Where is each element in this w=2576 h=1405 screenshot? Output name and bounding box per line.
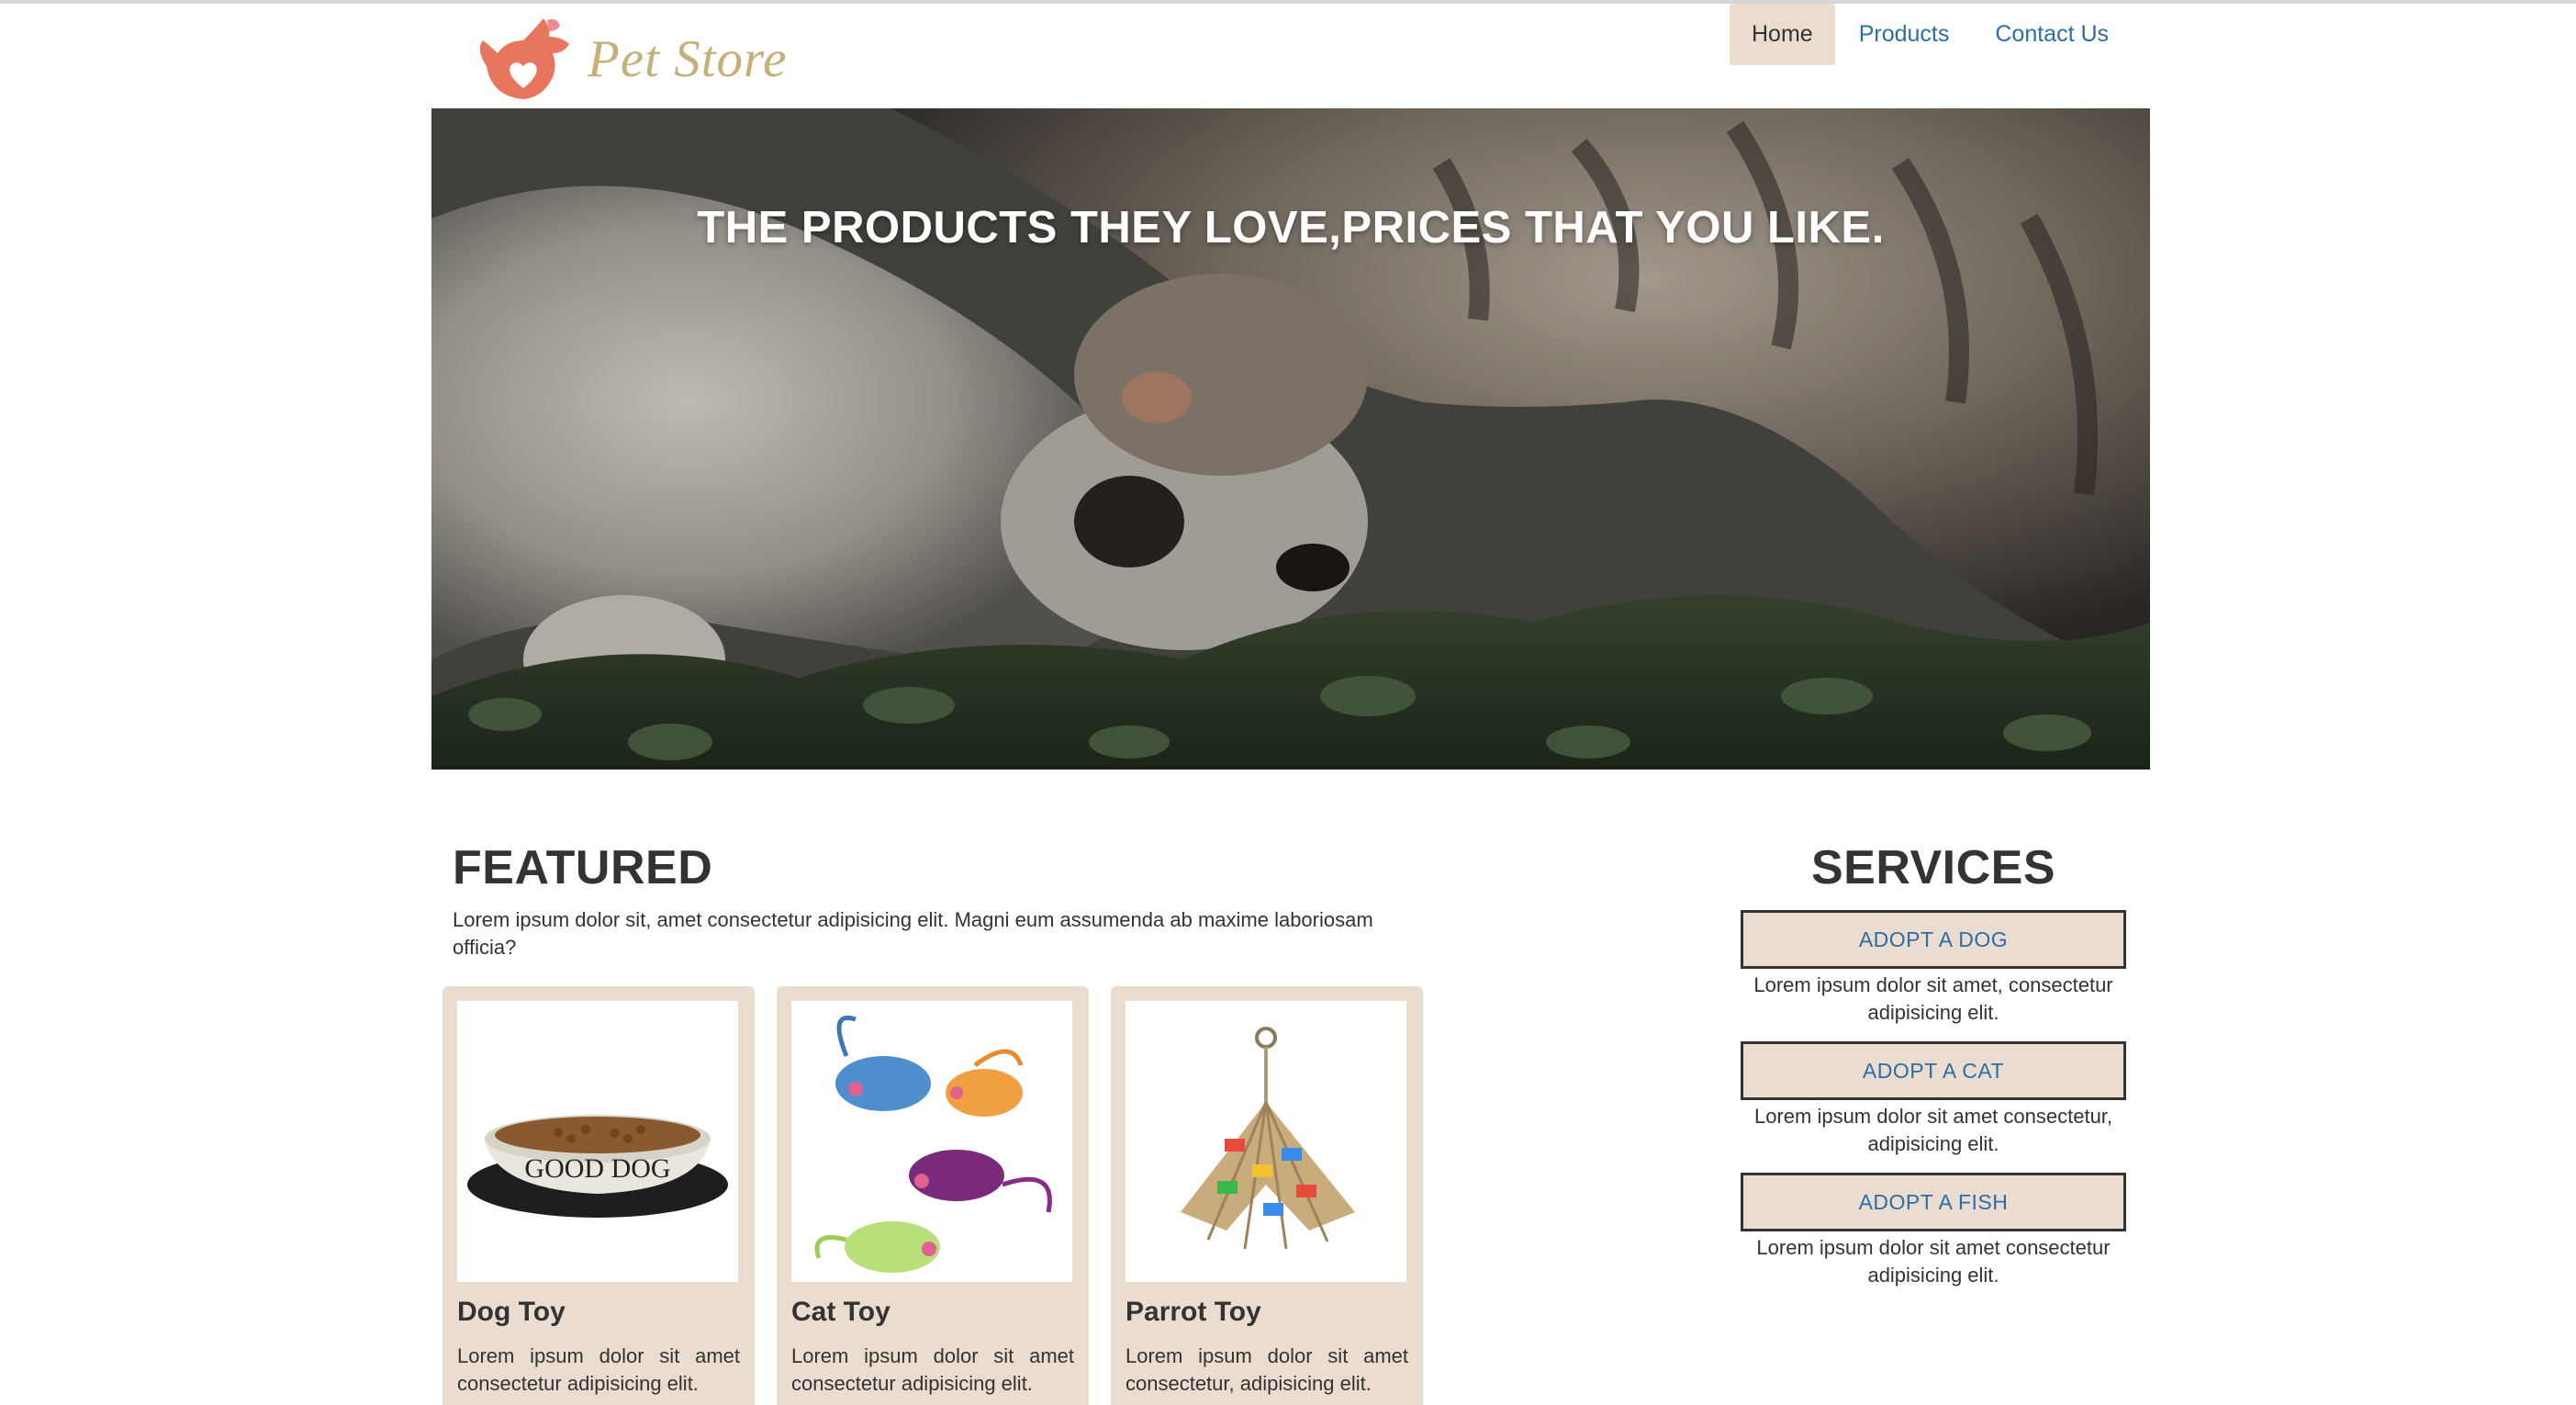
dog-bowl-image: GOOD DOG [457, 1001, 738, 1282]
product-cards: GOOD DOG Dog Toy Lorem ipsum dolor sit a… [442, 986, 1445, 1405]
featured-heading: FEATURED [453, 841, 713, 894]
product-card-dog-toy[interactable]: GOOD DOG Dog Toy Lorem ipsum dolor sit a… [442, 986, 755, 1405]
card-title: Dog Toy [457, 1297, 566, 1327]
card-text: Lorem ipsum dolor sit amet consectetur a… [457, 1344, 740, 1395]
featured-description: Lorem ipsum dolor sit, amet consectetur … [453, 908, 1373, 959]
card-title: Parrot Toy [1126, 1297, 1261, 1327]
adopt-cat-button[interactable]: ADOPT A CAT [1741, 1041, 2126, 1100]
card-text: Lorem ipsum dolor sit amet consectetur a… [791, 1344, 1074, 1395]
service-description: Lorem ipsum dolor sit amet, consectetur … [1753, 973, 2113, 1024]
adopt-fish-button[interactable]: ADOPT A FISH [1741, 1173, 2126, 1231]
product-card-cat-toy[interactable]: Cat Toy Lorem ipsum dolor sit amet conse… [777, 986, 1089, 1405]
brand-name: Pet Store [588, 29, 788, 88]
card-text: Lorem ipsum dolor sit amet consectetur, … [1126, 1344, 1408, 1395]
hero-banner: THE PRODUCTS THEY LOVE,PRICES THAT YOU L… [431, 108, 2150, 770]
nav-products[interactable]: Products [1837, 4, 1972, 65]
product-card-parrot-toy[interactable]: Parrot Toy Lorem ipsum dolor sit amet co… [1111, 986, 1423, 1405]
toy-mice-image [791, 1001, 1072, 1282]
service-description: Lorem ipsum dolor sit amet consectetur a… [1756, 1236, 2111, 1287]
service-description: Lorem ipsum dolor sit amet consectetur, … [1753, 1105, 2113, 1155]
parrot-toy-image [1126, 1001, 1406, 1282]
adopt-dog-button[interactable]: ADOPT A DOG [1741, 910, 2126, 969]
browser-top-border [0, 0, 2576, 4]
services-heading: SERVICES [1810, 841, 2056, 894]
main-nav: Home Products Contact Us [1730, 4, 2133, 65]
logo[interactable]: Pet Store [470, 13, 787, 105]
services-panel: SERVICES ADOPT A DOG Lorem ipsum dolor s… [1741, 840, 2126, 1289]
dog-heart-icon [479, 18, 569, 99]
card-title: Cat Toy [791, 1297, 890, 1327]
hero-title: THE PRODUCTS THEY LOVE,PRICES THAT YOU L… [697, 203, 1885, 253]
nav-home[interactable]: Home [1730, 4, 1835, 65]
nav-contact-us[interactable]: Contact Us [1973, 4, 2131, 65]
bowl-label: GOOD DOG [524, 1153, 670, 1184]
